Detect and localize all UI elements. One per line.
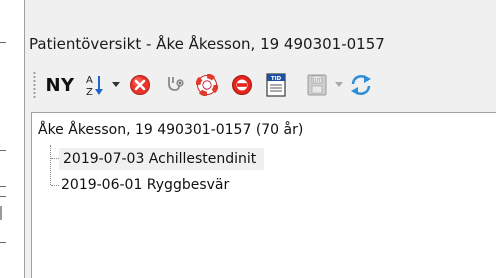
edge-line xyxy=(0,186,6,187)
delete-icon xyxy=(130,75,150,95)
tid-badge-text: TID xyxy=(271,76,282,82)
tree-item-label: 2019-06-01 Ryggbesvär xyxy=(61,177,230,193)
chevron-down-icon xyxy=(112,82,120,87)
patient-overview-panel: Patientöversikt - Åke Åkesson, 19 490301… xyxy=(24,0,496,278)
toolbar: NY A Z TID DIT xyxy=(25,64,496,108)
new-button[interactable]: NY xyxy=(41,68,79,102)
panel-title: Patientöversikt - Åke Åkesson, 19 490301… xyxy=(29,35,385,53)
lifebuoy-button[interactable] xyxy=(193,68,221,102)
edge-bar xyxy=(0,206,2,220)
edge-line xyxy=(0,42,6,43)
background-window-edge xyxy=(0,0,24,278)
tree-connector xyxy=(50,145,52,185)
edge-line xyxy=(0,196,6,197)
refresh-button[interactable] xyxy=(347,68,375,102)
sort-button[interactable]: A Z xyxy=(83,68,109,102)
delete-button[interactable] xyxy=(126,68,154,102)
tid-button[interactable]: TID xyxy=(262,68,290,102)
panel-top-strip xyxy=(25,0,496,25)
stethoscope-icon xyxy=(168,77,184,91)
new-button-label: NY xyxy=(45,74,75,96)
edge-line xyxy=(0,242,6,243)
cancel-button[interactable] xyxy=(228,68,256,102)
save-badge-text: DIT xyxy=(313,78,322,84)
tree-connector xyxy=(51,158,59,160)
patient-tree[interactable]: Åke Åkesson, 19 490301-0157 (70 år) 2019… xyxy=(31,112,496,278)
cancel-icon xyxy=(232,75,252,95)
save-disk-icon: DIT xyxy=(307,74,327,96)
save-dropdown[interactable] xyxy=(333,68,345,102)
refresh-icon xyxy=(351,75,371,95)
screenshot-root: Patientöversikt - Åke Åkesson, 19 490301… xyxy=(0,0,496,278)
edge-line xyxy=(0,150,6,151)
stethoscope-button[interactable] xyxy=(161,68,189,102)
svg-text:Z: Z xyxy=(86,87,93,97)
chevron-down-icon xyxy=(335,82,343,87)
tree-item-ryggbesvar[interactable]: 2019-06-01 Ryggbesvär xyxy=(59,174,229,196)
lifebuoy-icon xyxy=(196,74,218,96)
toolbar-grip[interactable] xyxy=(33,71,36,99)
tree-item-label: 2019-07-03 Achillestendinit xyxy=(63,151,257,167)
save-button[interactable]: DIT xyxy=(303,68,331,102)
tree-item-achillestendinit[interactable]: 2019-07-03 Achillestendinit xyxy=(59,148,265,170)
svg-text:A: A xyxy=(86,75,93,86)
tid-calendar-icon: TID xyxy=(266,73,286,97)
tree-root-patient[interactable]: Åke Åkesson, 19 490301-0157 (70 år) xyxy=(38,122,303,138)
sort-az-icon: A Z xyxy=(86,75,103,97)
sort-dropdown[interactable] xyxy=(110,68,122,102)
tree-connector xyxy=(51,185,59,187)
